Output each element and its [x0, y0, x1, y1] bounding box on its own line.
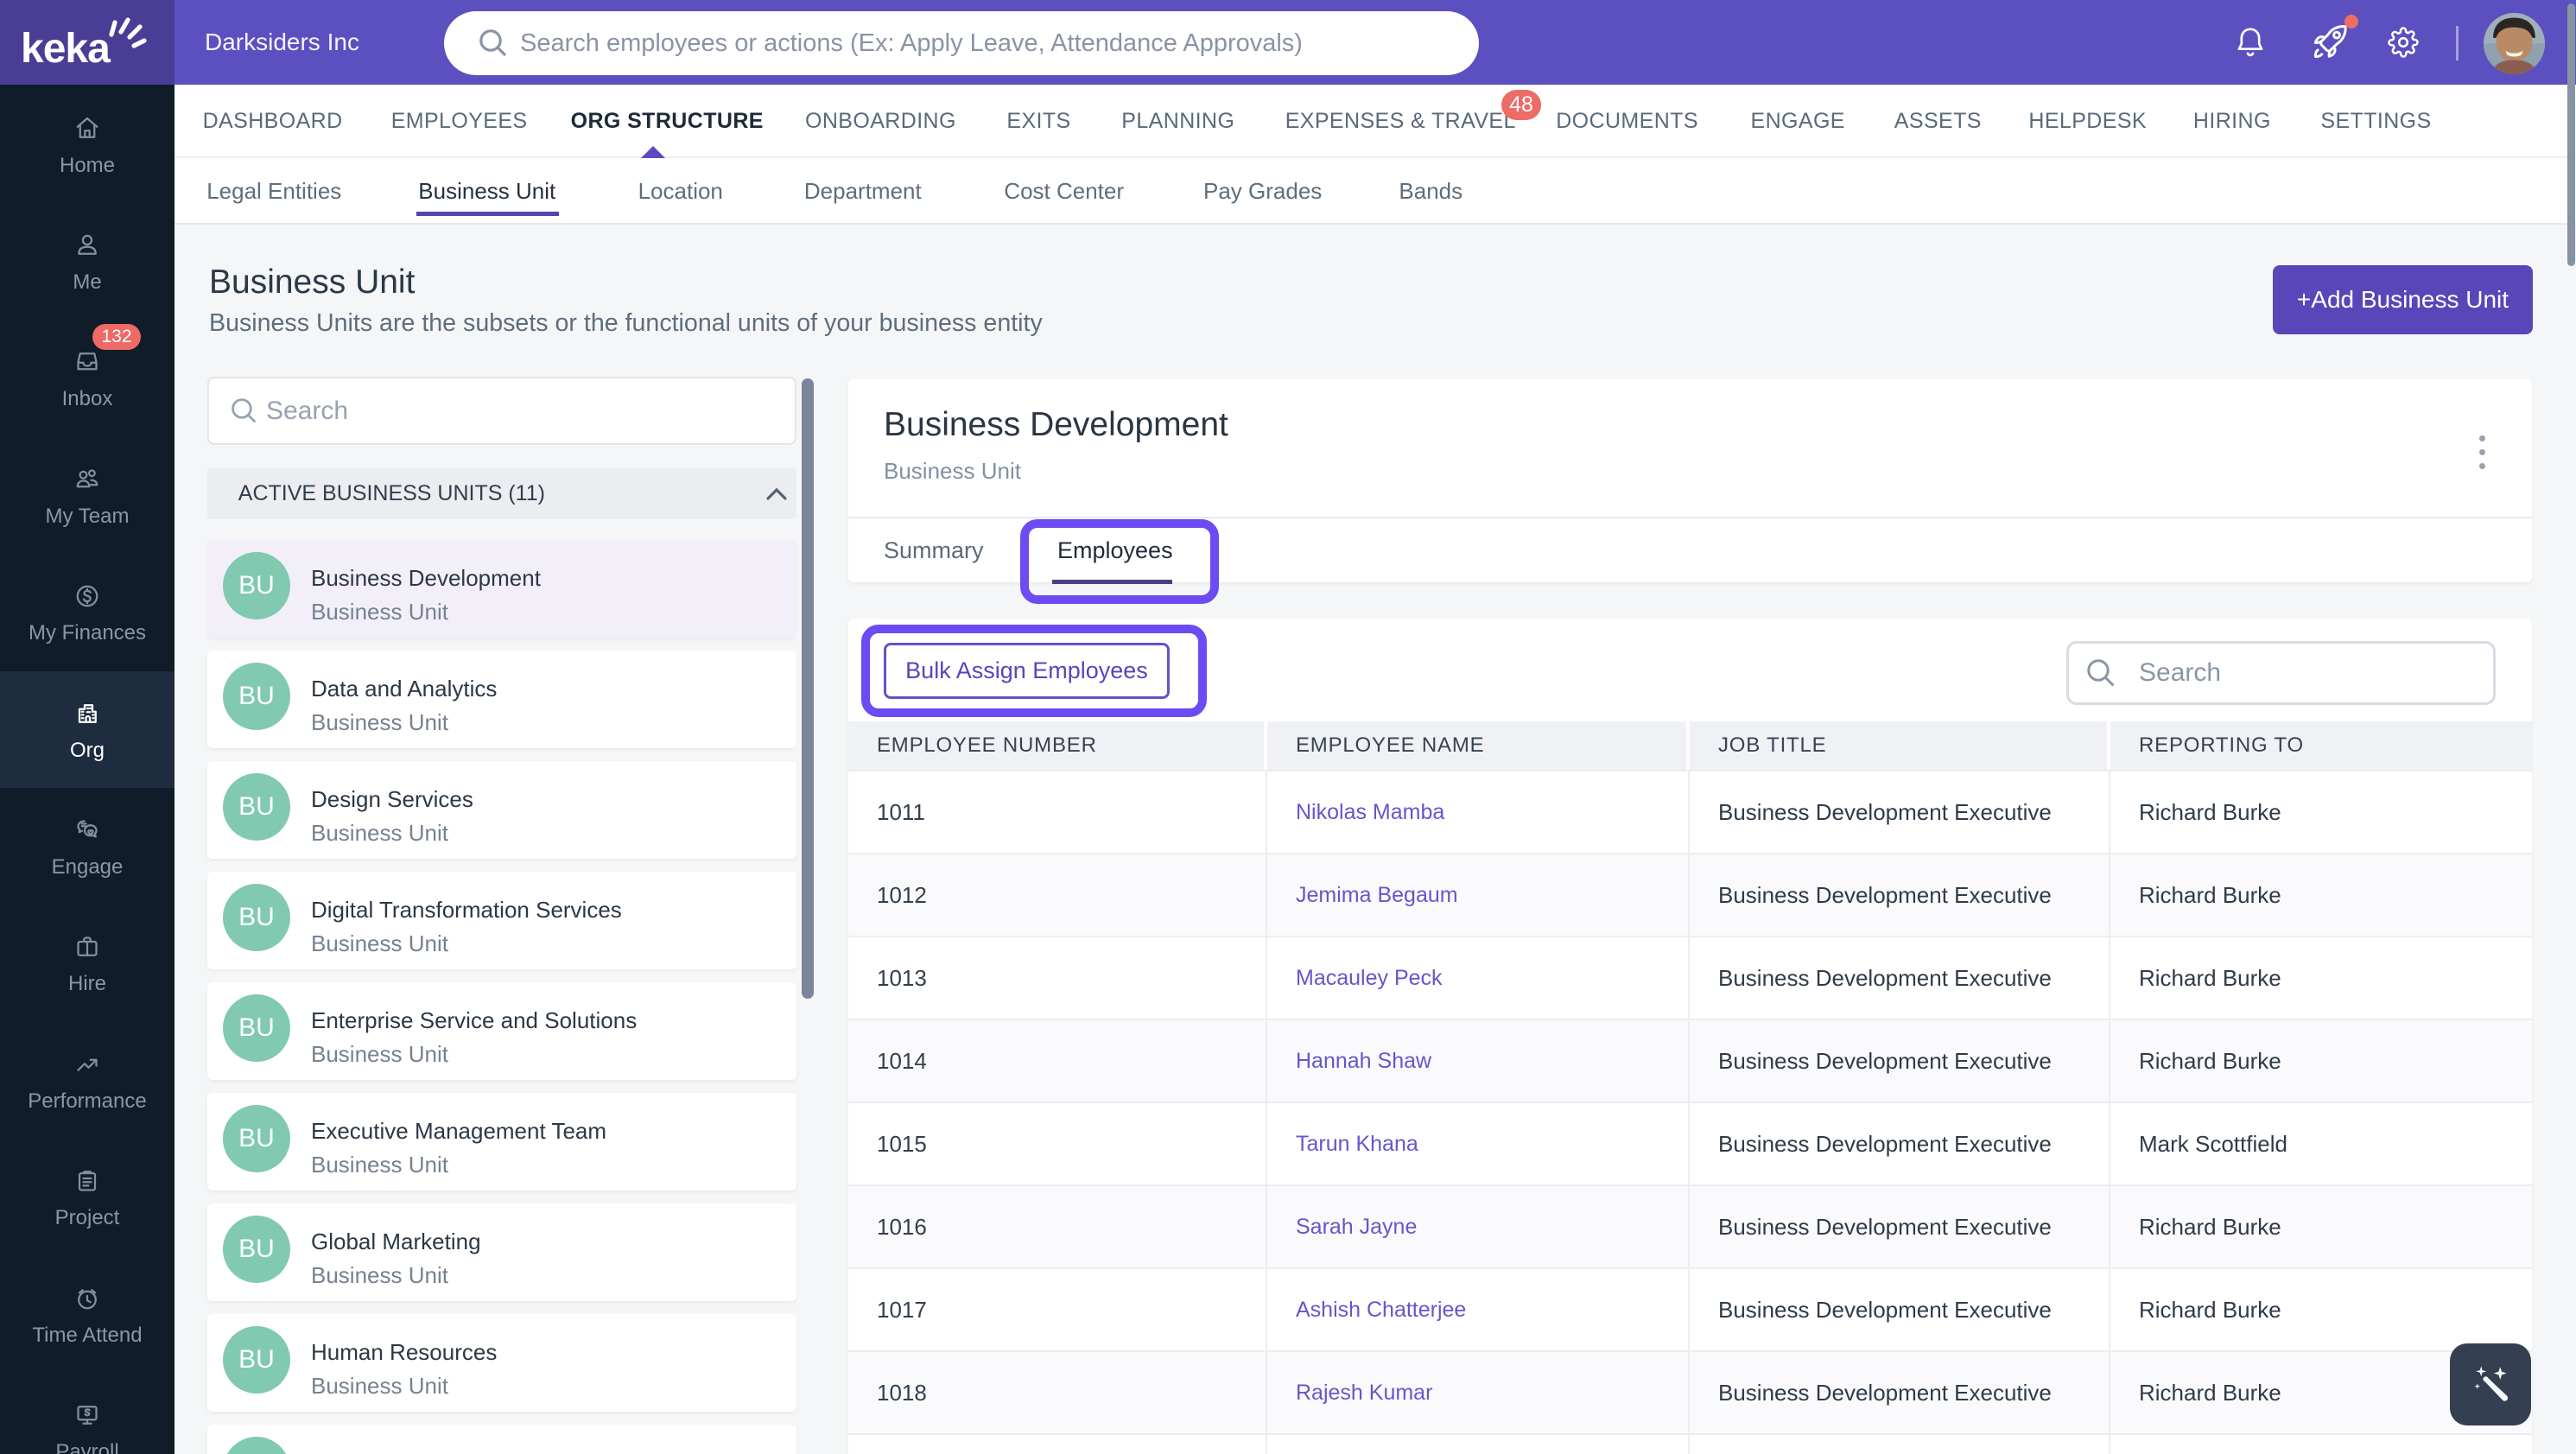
svg-text:keka: keka [21, 26, 111, 72]
